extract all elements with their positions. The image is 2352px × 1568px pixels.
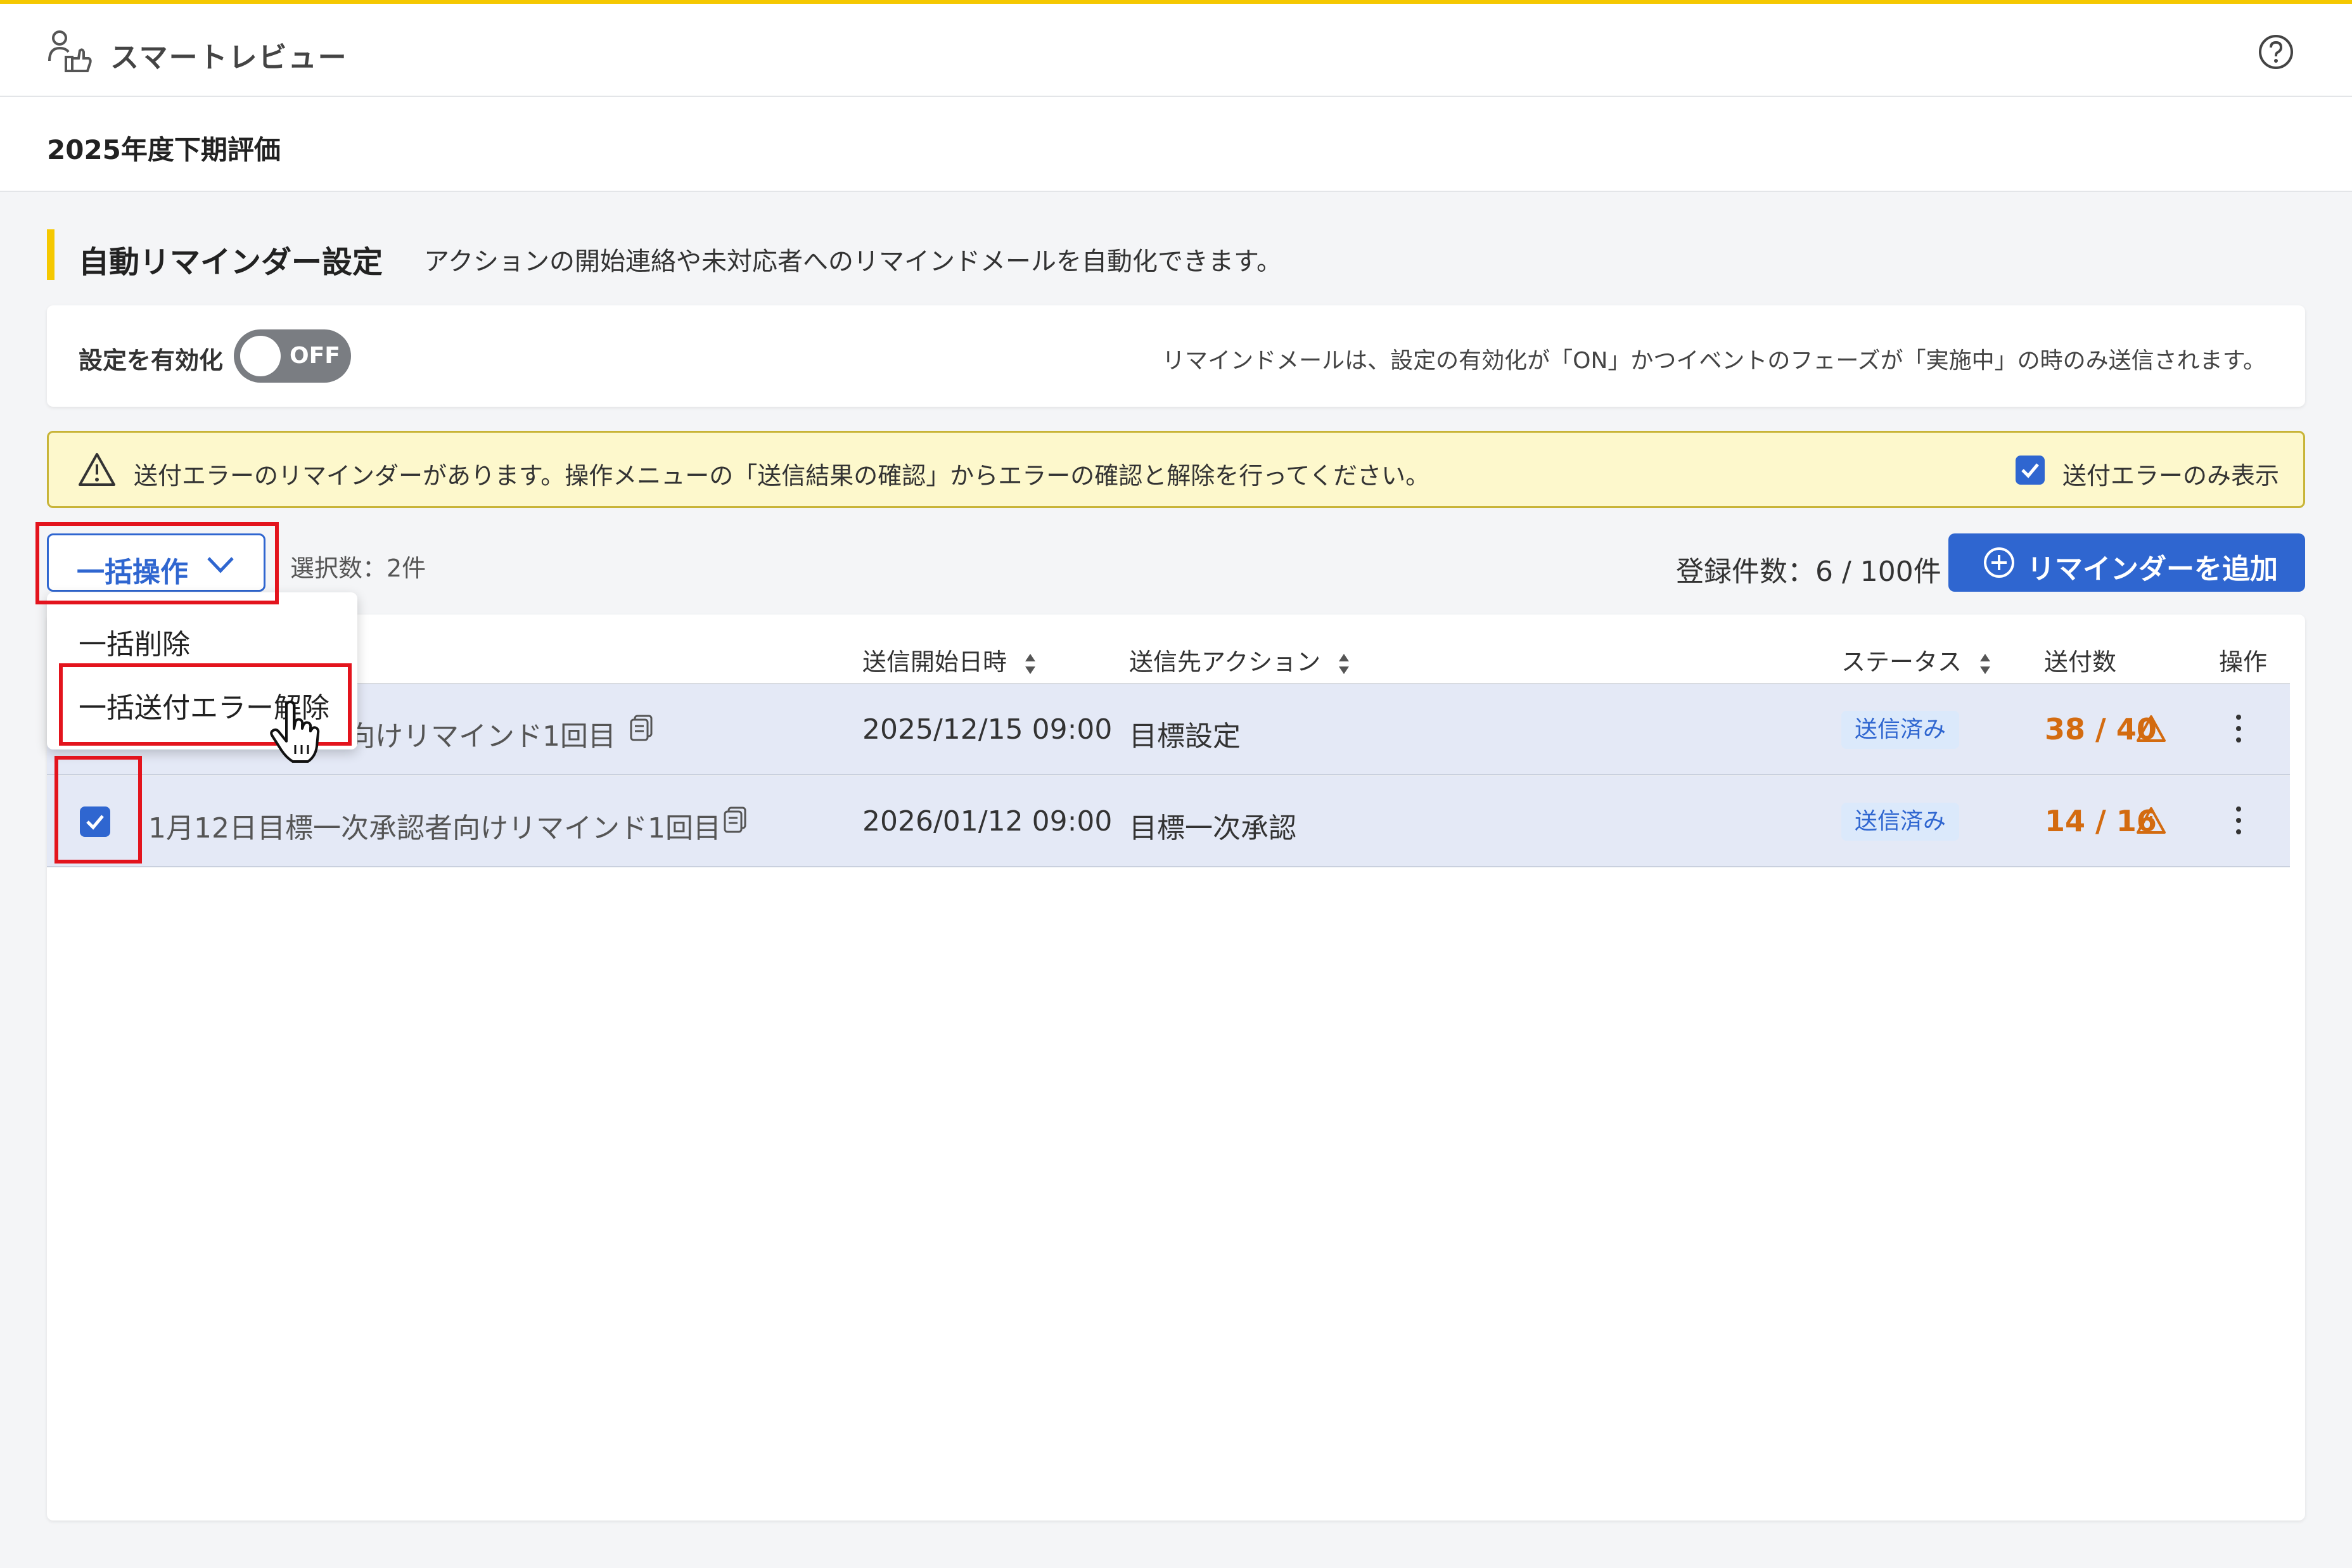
start-datetime: 2026/01/12 09:00 [862, 805, 1113, 838]
enable-settings-card: 設定を有効化 OFF リマインドメールは、設定の有効化が「ON」かつイベントのフ… [47, 305, 2305, 407]
header-sent-count: 送付数 [2044, 648, 2117, 676]
error-only-checkbox[interactable] [2016, 456, 2045, 485]
toggle-knob [240, 336, 281, 376]
status-badge: 送信済み [1841, 803, 1959, 841]
reminder-table: 送信開始日時 送信先アクション ステータス 送付数 操作 向けリマインド1回目 … [47, 615, 2305, 1520]
header-label: ステータス [1841, 648, 1962, 676]
page-header: 2025年度下期評価 [0, 97, 2352, 192]
error-only-label[interactable]: 送付エラーのみ表示 [2062, 456, 2279, 491]
sort-icon [1339, 653, 1350, 674]
reminder-name[interactable]: 1月12日目標一次承認者向けリマインド1回目 [148, 805, 721, 846]
add-reminder-button[interactable]: リマインダーを追加 [1948, 533, 2305, 592]
copy-icon[interactable] [629, 713, 654, 743]
header-target-action[interactable]: 送信先アクション [1129, 642, 1351, 677]
page-title: 2025年度下期評価 [47, 134, 281, 165]
highlight-bulk-button [35, 522, 279, 604]
error-alert: 送付エラーのリマインダーがあります。操作メニューの「送信結果の確認」からエラーの… [47, 431, 2305, 508]
target-action: 目標設定 [1129, 720, 1241, 753]
enable-toggle[interactable]: OFF [234, 329, 351, 383]
reminder-note: リマインドメールは、設定の有効化が「ON」かつイベントのフェーズが「実施中」の時… [1162, 348, 2266, 374]
toggle-state: OFF [290, 343, 340, 369]
status-badge: 送信済み [1841, 711, 1959, 749]
section-accent-bar [47, 229, 54, 280]
header-operations: 操作 [2219, 648, 2268, 676]
warning-icon [79, 453, 115, 486]
target-action: 目標一次承認 [1129, 812, 1296, 845]
menu-item-bulk-delete[interactable]: 一括削除 [79, 621, 190, 662]
table-row[interactable]: 向けリマインド1回目 2025/12/15 09:00 目標設定 送信済み 38… [47, 684, 2290, 775]
warning-icon [2137, 807, 2166, 834]
check-icon [2021, 463, 2039, 478]
header-label: 送信先アクション [1129, 648, 1321, 676]
enable-label: 設定を有効化 [79, 347, 224, 374]
highlight-row-checkbox [54, 756, 142, 864]
header-start-datetime[interactable]: 送信開始日時 [862, 642, 1037, 677]
selection-count: 選択数：2件 [290, 554, 426, 582]
alert-text: 送付エラーのリマインダーがあります。操作メニューの「送信結果の確認」からエラーの… [134, 462, 1430, 490]
more-options-icon[interactable] [2232, 710, 2245, 748]
table-row[interactable]: 1月12日目標一次承認者向けリマインド1回目 2026/01/12 09:00 … [47, 776, 2290, 867]
copy-icon[interactable] [722, 805, 748, 834]
more-options-icon[interactable] [2232, 801, 2245, 839]
header-label: 送信開始日時 [862, 648, 1007, 676]
top-bar: スマートレビュー [0, 0, 2352, 97]
start-datetime: 2025/12/15 09:00 [862, 713, 1113, 746]
app-name: スマートレビュー [110, 41, 348, 74]
hand-cursor-icon [270, 701, 320, 763]
help-icon[interactable] [2257, 33, 2295, 71]
sort-icon [1025, 653, 1036, 674]
section-description: アクションの開始連絡や未対応者へのリマインドメールを自動化できます。 [424, 247, 1282, 276]
plus-circle-icon [1984, 547, 2014, 578]
header-status[interactable]: ステータス [1841, 642, 1992, 677]
section-title: 自動リマインダー設定 [79, 245, 383, 280]
sort-icon [1980, 653, 1991, 674]
registered-count: 登録件数：6 / 100件 [1676, 556, 1941, 588]
reviewers-icon [48, 30, 92, 72]
warning-icon [2137, 715, 2166, 742]
reminder-name[interactable]: 向けリマインド1回目 [347, 713, 616, 754]
add-reminder-label: リマインダーを追加 [2027, 553, 2278, 585]
